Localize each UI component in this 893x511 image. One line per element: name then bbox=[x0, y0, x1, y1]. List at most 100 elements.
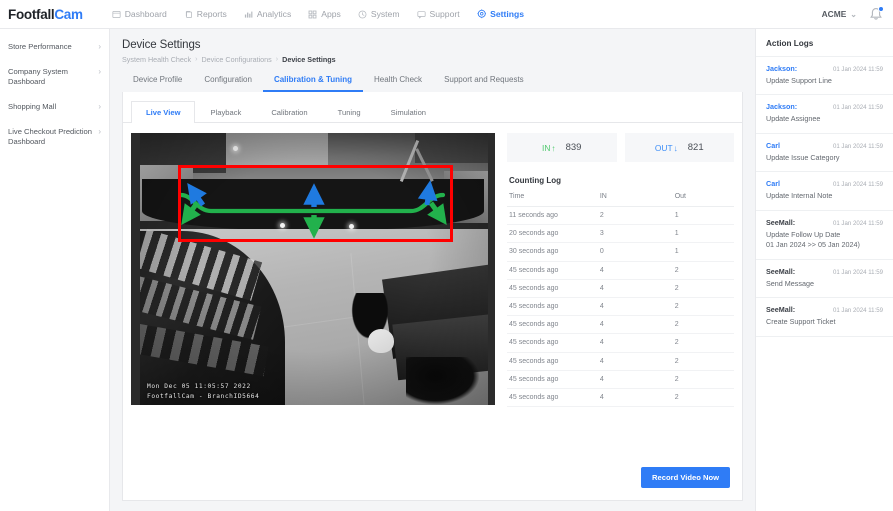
table-row: 45 seconds ago 4 2 bbox=[507, 333, 734, 353]
tab-calibration[interactable]: Calibration bbox=[256, 101, 322, 123]
nav-item-reports[interactable]: Reports bbox=[177, 5, 234, 23]
arrow-up-icon: ↑ bbox=[551, 142, 556, 153]
sidebar-item-company-system-dashboard[interactable]: Company System Dashboard › bbox=[0, 60, 109, 95]
action-log-user: Carl bbox=[766, 179, 780, 189]
cell-out: 2 bbox=[672, 261, 734, 280]
action-log-description: Send Message bbox=[766, 278, 814, 288]
table-row: 20 seconds ago 3 1 bbox=[507, 224, 734, 244]
cell-in: 4 bbox=[597, 333, 673, 353]
breadcrumb-separator-icon: › bbox=[195, 56, 198, 63]
nav-label-settings: Settings bbox=[490, 9, 525, 19]
cell-in: 0 bbox=[597, 242, 673, 262]
primary-tab-bar: Device Profile Configuration Calibration… bbox=[110, 70, 755, 92]
counter-out-value: 821 bbox=[687, 142, 704, 153]
card-footer: Record Video Now bbox=[123, 457, 742, 500]
nav-item-apps[interactable]: Apps bbox=[301, 5, 348, 23]
action-log-item[interactable]: SeeMall: 01 Jan 2024 11:59 Create Suppor… bbox=[756, 297, 893, 335]
nav-label-apps: Apps bbox=[321, 9, 341, 19]
counter-in: IN ↑ 839 bbox=[507, 133, 617, 162]
counter-in-value: 839 bbox=[565, 142, 582, 153]
action-log-timestamp: 01 Jan 2024 11:59 bbox=[832, 104, 883, 112]
cell-in: 3 bbox=[597, 224, 673, 244]
table-row: 45 seconds ago 4 2 bbox=[507, 279, 734, 298]
tab-health-check[interactable]: Health Check bbox=[363, 70, 433, 92]
cell-time: 11 seconds ago bbox=[507, 206, 598, 226]
action-log-item[interactable]: Carl 01 Jan 2024 11:59 Update Issue Cate… bbox=[756, 132, 893, 171]
cell-time: 20 seconds ago bbox=[507, 224, 598, 244]
sidebar-item-shopping-mall[interactable]: Shopping Mall › bbox=[0, 95, 109, 120]
cell-time: 45 seconds ago bbox=[507, 333, 598, 353]
sidebar-item-label: Live Checkout Prediction Dashboard bbox=[8, 126, 92, 146]
cell-out: 2 bbox=[672, 315, 734, 335]
action-log-item[interactable]: SeeMall: 01 Jan 2024 11:59 Update Follow… bbox=[756, 209, 893, 259]
action-log-item[interactable]: Carl 01 Jan 2024 11:59 Update Internal N… bbox=[756, 171, 893, 209]
table-row: 45 seconds ago 4 2 bbox=[507, 297, 734, 317]
table-row: 11 seconds ago 2 1 bbox=[507, 206, 734, 226]
chevron-right-icon: › bbox=[98, 126, 101, 136]
notifications-button[interactable] bbox=[869, 6, 884, 21]
cell-in: 4 bbox=[597, 352, 673, 371]
cell-out: 2 bbox=[672, 297, 734, 317]
nav-label-analytics: Analytics bbox=[256, 9, 292, 19]
action-log-description: Update Support Line bbox=[766, 76, 832, 85]
tab-playback[interactable]: Playback bbox=[195, 101, 256, 123]
action-log-description: Update Internal Note bbox=[766, 191, 833, 201]
counter-in-label-group: IN ↑ bbox=[542, 143, 556, 153]
cell-time: 30 seconds ago bbox=[507, 242, 598, 262]
table-header-row: Time IN Out bbox=[507, 193, 734, 207]
nav-item-dashboard[interactable]: Dashboard bbox=[105, 5, 174, 23]
column-header-in: IN bbox=[597, 193, 673, 207]
tab-configuration[interactable]: Configuration bbox=[193, 70, 263, 92]
notification-badge bbox=[878, 6, 884, 12]
action-log-timestamp: 01 Jan 2024 11:59 bbox=[832, 268, 883, 276]
action-log-timestamp: 01 Jan 2024 11:59 bbox=[832, 219, 883, 227]
action-log-timestamp: 01 Jan 2024 11:59 bbox=[832, 66, 883, 73]
nav-item-analytics[interactable]: Analytics bbox=[237, 5, 298, 23]
tab-live-view[interactable]: Live View bbox=[131, 101, 196, 123]
global-header: FootfallCam Dashboard Reports Analytics bbox=[0, 0, 893, 29]
cell-time: 45 seconds ago bbox=[507, 261, 598, 280]
header-right-controls: ACME ⌄ bbox=[822, 6, 893, 21]
breadcrumb-item-device-configurations[interactable]: Device Configurations bbox=[201, 55, 271, 64]
brand-logo[interactable]: FootfallCam bbox=[0, 7, 83, 22]
osd-line-1: Mon Dec 05 11:05:57 2022 bbox=[147, 383, 251, 391]
action-log-item[interactable]: Jackson: 01 Jan 2024 11:59 Update Assign… bbox=[756, 94, 893, 132]
account-switcher[interactable]: ACME ⌄ bbox=[822, 9, 857, 19]
cell-out: 1 bbox=[672, 224, 734, 244]
tab-device-profile[interactable]: Device Profile bbox=[122, 70, 193, 92]
primary-navigation: Dashboard Reports Analytics Apps System … bbox=[105, 5, 531, 23]
cell-time: 45 seconds ago bbox=[507, 279, 598, 298]
video-panel: Mon Dec 05 11:05:57 2022 FootfallCam - B… bbox=[131, 133, 495, 457]
table-row: 45 seconds ago 4 2 bbox=[507, 388, 734, 408]
action-log-user: Carl bbox=[766, 140, 780, 150]
nav-label-support: Support bbox=[429, 9, 460, 19]
tab-tuning[interactable]: Tuning bbox=[323, 101, 376, 123]
sidebar-item-store-performance[interactable]: Store Performance › bbox=[0, 35, 109, 60]
tab-simulation[interactable]: Simulation bbox=[376, 101, 441, 123]
nav-item-system[interactable]: System bbox=[351, 5, 407, 23]
breadcrumb: System Health Check › Device Configurati… bbox=[122, 55, 743, 64]
arrow-down-icon: ↓ bbox=[673, 142, 678, 153]
tab-calibration-and-tuning[interactable]: Calibration & Tuning bbox=[262, 70, 364, 92]
action-log-user: Jackson: bbox=[766, 102, 798, 112]
video-osd-timestamp: Mon Dec 05 11:05:57 2022 FootfallCam - B… bbox=[147, 382, 259, 401]
action-log-item[interactable]: Jackson: 01 Jan 2024 11:59 Update Suppor… bbox=[756, 56, 893, 94]
cell-in: 4 bbox=[597, 297, 673, 317]
cell-in: 4 bbox=[597, 370, 673, 389]
record-video-now-button[interactable]: Record Video Now bbox=[641, 467, 730, 488]
sidebar-item-label: Store Performance bbox=[8, 42, 72, 51]
action-log-item[interactable]: SeeMall: 01 Jan 2024 11:59 Send Message bbox=[756, 258, 893, 297]
breadcrumb-item-system-health-check[interactable]: System Health Check bbox=[122, 55, 191, 64]
action-log-timestamp: 01 Jan 2024 11:59 bbox=[832, 181, 883, 189]
detection-zone-rectangle[interactable] bbox=[178, 165, 453, 242]
nav-item-support[interactable]: Support bbox=[410, 5, 467, 23]
live-video-feed[interactable]: Mon Dec 05 11:05:57 2022 FootfallCam - B… bbox=[131, 133, 495, 405]
sidebar-item-live-checkout-prediction-dashboard[interactable]: Live Checkout Prediction Dashboard › bbox=[0, 120, 109, 155]
cell-time: 45 seconds ago bbox=[507, 388, 598, 408]
tab-support-and-requests[interactable]: Support and Requests bbox=[433, 70, 535, 92]
page-title: Device Settings bbox=[122, 39, 201, 51]
action-log-user: SeeMall: bbox=[766, 217, 796, 227]
action-log-description: Update Follow Up Date 01 Jan 2024 >> 05 … bbox=[766, 229, 860, 250]
nav-item-settings[interactable]: Settings bbox=[470, 5, 531, 23]
counting-log-title: Counting Log bbox=[509, 176, 561, 185]
